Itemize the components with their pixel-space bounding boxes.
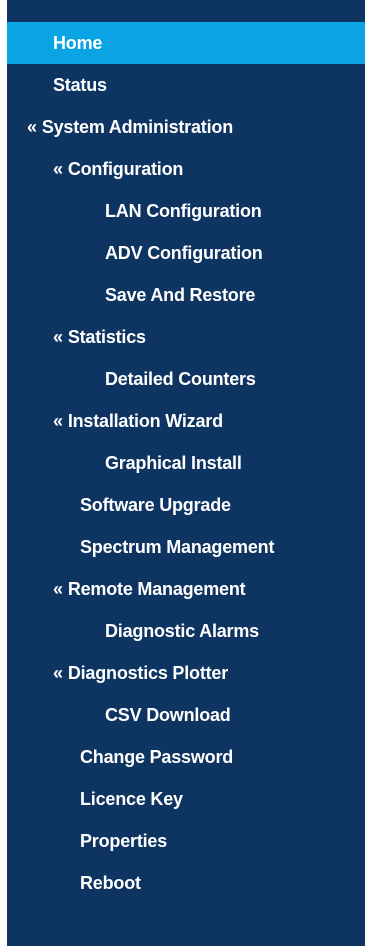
nav-label: Statistics: [67, 327, 146, 347]
nav-label: LAN Configuration: [105, 201, 262, 221]
nav-item-change-password[interactable]: Change Password: [7, 736, 365, 778]
nav-label: CSV Download: [105, 705, 231, 725]
nav-item-installation-wizard[interactable]: «Installation Wizard: [7, 400, 365, 442]
nav-label: Diagnostic Alarms: [105, 621, 259, 641]
nav-label: Home: [53, 33, 103, 53]
nav-label: Installation Wizard: [67, 411, 223, 431]
nav-menu: Home Status «System Administration «Conf…: [7, 0, 365, 904]
nav-item-adv-configuration[interactable]: ADV Configuration: [7, 232, 365, 274]
collapse-arrow-icon[interactable]: «: [53, 327, 63, 347]
nav-item-home[interactable]: Home: [7, 22, 365, 64]
nav-label: Configuration: [67, 159, 184, 179]
nav-label: Detailed Counters: [105, 369, 256, 389]
nav-item-licence-key[interactable]: Licence Key: [7, 778, 365, 820]
nav-item-configuration[interactable]: «Configuration: [7, 148, 365, 190]
nav-item-software-upgrade[interactable]: Software Upgrade: [7, 484, 365, 526]
collapse-arrow-icon[interactable]: «: [53, 579, 63, 599]
nav-label: Save And Restore: [105, 285, 256, 305]
nav-item-status[interactable]: Status: [7, 64, 365, 106]
sidebar-nav: Home Status «System Administration «Conf…: [7, 0, 365, 946]
nav-label: Status: [53, 75, 107, 95]
nav-item-csv-download[interactable]: CSV Download: [7, 694, 365, 736]
collapse-arrow-icon[interactable]: «: [53, 663, 63, 683]
nav-item-graphical-install[interactable]: Graphical Install: [7, 442, 365, 484]
nav-label: System Administration: [41, 117, 233, 137]
nav-label: Spectrum Management: [80, 537, 275, 557]
nav-label: Change Password: [80, 747, 234, 767]
collapse-arrow-icon[interactable]: «: [53, 411, 63, 431]
nav-label: ADV Configuration: [105, 243, 263, 263]
nav-item-diagnostics-plotter[interactable]: «Diagnostics Plotter: [7, 652, 365, 694]
nav-label: Properties: [80, 831, 168, 851]
nav-item-remote-management[interactable]: «Remote Management: [7, 568, 365, 610]
nav-item-properties[interactable]: Properties: [7, 820, 365, 862]
nav-item-lan-configuration[interactable]: LAN Configuration: [7, 190, 365, 232]
collapse-arrow-icon[interactable]: «: [27, 117, 37, 137]
nav-item-detailed-counters[interactable]: Detailed Counters: [7, 358, 365, 400]
nav-item-spectrum-management[interactable]: Spectrum Management: [7, 526, 365, 568]
nav-item-save-and-restore[interactable]: Save And Restore: [7, 274, 365, 316]
nav-item-reboot[interactable]: Reboot: [7, 862, 365, 904]
nav-label: Reboot: [80, 873, 141, 893]
nav-item-statistics[interactable]: «Statistics: [7, 316, 365, 358]
nav-label: Graphical Install: [105, 453, 242, 473]
collapse-arrow-icon[interactable]: «: [53, 159, 63, 179]
nav-label: Remote Management: [67, 579, 246, 599]
nav-item-system-administration[interactable]: «System Administration: [7, 106, 365, 148]
nav-item-diagnostic-alarms[interactable]: Diagnostic Alarms: [7, 610, 365, 652]
nav-label: Diagnostics Plotter: [67, 663, 229, 683]
nav-label: Software Upgrade: [80, 495, 231, 515]
nav-label: Licence Key: [80, 789, 183, 809]
